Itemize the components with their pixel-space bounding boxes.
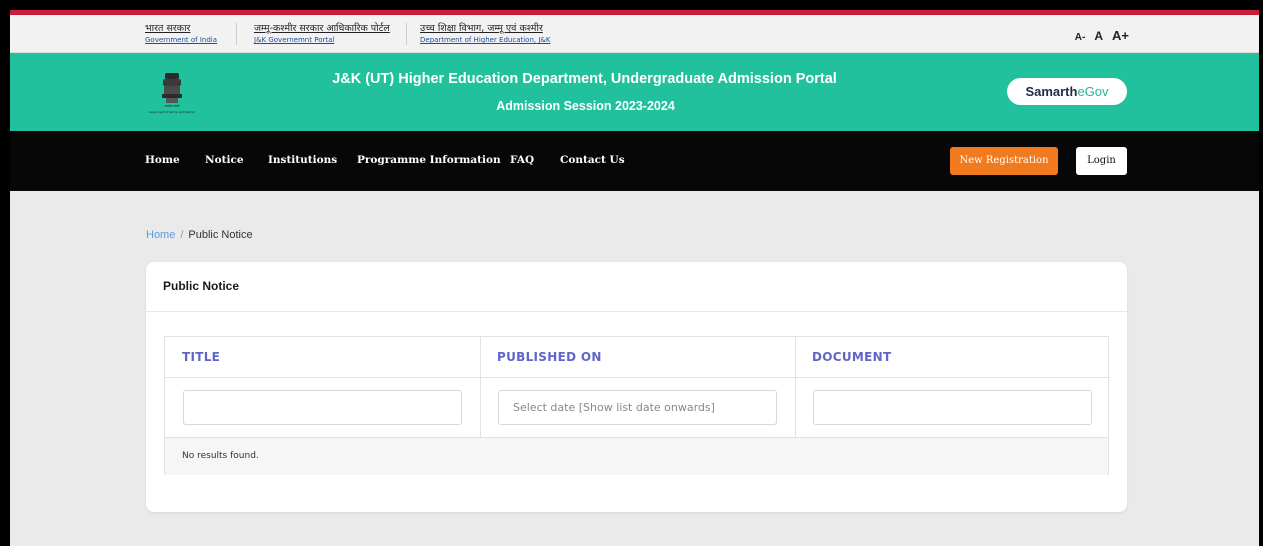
card-title: Public Notice [163,279,240,293]
gov-india-hindi: भारत सरकार [145,23,191,34]
portal-title: J&K (UT) Higher Education Department, Un… [332,71,837,87]
divider [236,23,237,45]
main-navbar: Home Notice Institutions Programme Infor… [10,131,1259,191]
new-registration-button[interactable]: New Registration [950,147,1058,175]
filter-row: Select date [Show list date onwards] [165,378,1108,437]
column-header-published-on[interactable]: PUBLISHED ON [480,337,795,378]
font-size-controls: A- A A+ [1075,28,1129,43]
breadcrumb-home-link[interactable]: Home [146,229,175,241]
higher-edu-hindi: उच्च शिक्षा विभाग, जम्मू एवं कश्मीर [420,23,543,34]
admission-session: Admission Session 2023-2024 [496,99,675,113]
higher-edu-link[interactable]: उच्च शिक्षा विभाग, जम्मू एवं कश्मीर Depa… [420,21,550,44]
nav-notice[interactable]: Notice [205,154,244,166]
login-button[interactable]: Login [1076,147,1127,175]
title-filter-input[interactable] [183,390,462,425]
higher-edu-english: Department of Higher Education, J&K [420,36,551,44]
jk-portal-hindi: जम्मू-कश्मीर सरकार आधिकारिक पोर्टल [254,23,390,34]
public-notice-card: Public Notice TITLE PUBLISHED ON DOCUMEN… [146,262,1127,512]
font-decrease-button[interactable]: A- [1075,32,1086,43]
nav-faq[interactable]: FAQ [510,154,534,166]
nav-programme-information[interactable]: Programme Information [357,154,501,166]
notice-table: TITLE PUBLISHED ON DOCUMENT Select date … [164,336,1110,475]
document-filter-input[interactable] [813,390,1092,425]
nav-contact-us[interactable]: Contact Us [560,154,625,166]
divider [406,23,407,45]
column-header-title[interactable]: TITLE [165,337,480,378]
column-header-document[interactable]: DOCUMENT [795,337,1110,378]
empty-row: No results found. [165,437,1108,475]
font-normal-button[interactable]: A [1094,29,1103,43]
jk-portal-link[interactable]: जम्मू-कश्मीर सरकार आधिकारिक पोर्टल J&K G… [254,21,390,44]
breadcrumb-separator: / [180,229,184,241]
gov-topbar: भारत सरकार Government of India जम्मू-कश्… [10,15,1259,53]
breadcrumb: Home / Public Notice [146,229,253,241]
samarth-egov-logo[interactable]: SamartheGov [1007,78,1127,105]
font-increase-button[interactable]: A+ [1112,28,1129,43]
nav-home[interactable]: Home [145,154,180,166]
jk-portal-english: J&K Governemnt Portal [254,36,335,44]
card-divider [146,311,1127,312]
nav-institutions[interactable]: Institutions [268,154,337,166]
breadcrumb-current: Public Notice [188,229,253,241]
portal-banner: सत्यमेव जयते Government of Jammu and Kas… [10,53,1259,131]
no-results-text: No results found. [182,451,259,461]
gov-india-link[interactable]: भारत सरकार Government of India [145,21,217,44]
published-date-filter-input[interactable]: Select date [Show list date onwards] [498,390,777,425]
browser-viewport: भारत सरकार Government of India जम्मू-कश्… [10,10,1259,546]
gov-india-english: Government of India [145,36,218,44]
